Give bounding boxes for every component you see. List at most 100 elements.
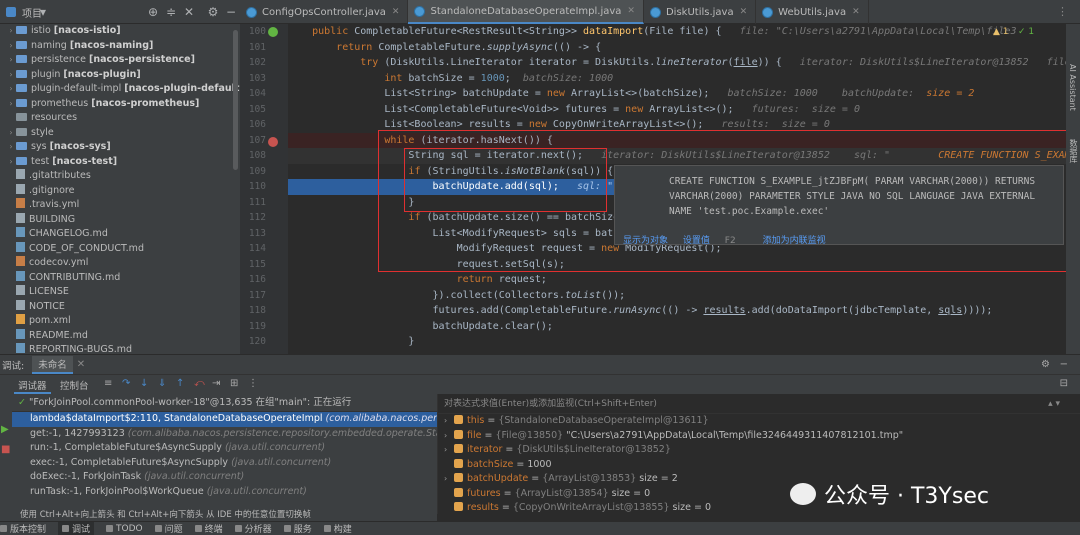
tab-1[interactable]: StandaloneDatabaseOperateImpl.java ✕ <box>408 0 644 24</box>
tree-item[interactable]: › test [nacos-test] <box>0 155 240 170</box>
tree-item[interactable]: BUILDING <box>0 212 240 228</box>
layout-settings-icon[interactable]: ⊟ <box>1060 378 1068 389</box>
step-over-icon[interactable]: ↷ <box>122 378 130 389</box>
chevron-right-icon[interactable]: › <box>6 155 16 170</box>
tree-item[interactable]: › plugin [nacos-plugin] <box>0 68 240 83</box>
project-scrollbar[interactable] <box>233 30 238 170</box>
stack-frame[interactable]: doExec:-1, ForkJoinTask (java.util.concu… <box>0 470 437 485</box>
tree-item[interactable]: .gitignore <box>0 183 240 199</box>
bottom-tab[interactable]: 问题 <box>154 522 183 535</box>
chevron-down-icon[interactable]: ▾ <box>36 5 50 19</box>
chevron-right-icon[interactable]: › <box>444 429 454 444</box>
chevron-right-icon[interactable]: › <box>6 97 16 112</box>
close-icon[interactable]: ✕ <box>852 7 860 17</box>
stack-frame[interactable]: lambda$dataImport$2:110, StandaloneDatab… <box>0 412 437 427</box>
close-icon[interactable]: ✕ <box>392 7 400 17</box>
variable-row[interactable]: › this = {StandaloneDatabaseOperateImpl@1… <box>438 414 1080 429</box>
tab-menu-icon[interactable]: ⋮ <box>1057 5 1068 18</box>
toolbar-layout-icon[interactable]: ≡ <box>104 378 112 389</box>
add-inline-watch-link[interactable]: 添加为内联监视 <box>763 236 826 246</box>
chevron-right-icon[interactable]: › <box>6 140 16 155</box>
more-icon[interactable]: ⋮ <box>248 378 258 389</box>
resume-icon[interactable]: ▶ <box>1 424 9 435</box>
tree-item[interactable]: .gitattributes <box>0 169 240 184</box>
chevron-right-icon[interactable]: › <box>444 472 454 487</box>
minimize-icon[interactable]: − <box>224 5 238 19</box>
chevron-right-icon[interactable]: › <box>6 126 16 141</box>
tab-0[interactable]: ConfigOpsController.java ✕ <box>240 0 409 24</box>
stack-frame[interactable]: runTask:-1, ForkJoinPool$WorkQueue (java… <box>0 485 437 500</box>
drop-frame-icon[interactable]: ⤺ <box>194 378 205 389</box>
chevron-right-icon[interactable]: › <box>6 53 16 68</box>
bottom-tab[interactable]: 分析器 <box>234 522 272 535</box>
tree-item[interactable]: CODE_OF_CONDUCT.md <box>0 241 240 257</box>
gear-icon[interactable]: ⚙ <box>1041 359 1050 370</box>
set-value-link[interactable]: 设置值 F2 <box>683 236 748 246</box>
evaluate-icon[interactable]: ⊞ <box>230 378 238 389</box>
gear-icon[interactable]: ⚙ <box>206 5 220 19</box>
tab-3[interactable]: WebUtils.java ✕ <box>756 0 869 24</box>
watch-settings-icon[interactable]: ▴ ▾ <box>1048 394 1060 414</box>
debugger-tab[interactable]: 调试器 <box>14 378 51 394</box>
tree-item[interactable]: .travis.yml <box>0 198 240 213</box>
chevron-right-icon[interactable]: › <box>6 68 16 83</box>
bottom-tab[interactable]: 版本控制 <box>0 522 46 535</box>
minimize-icon[interactable]: − <box>1060 359 1068 370</box>
chevron-right-icon[interactable]: › <box>444 414 454 429</box>
stop-icon[interactable]: ■ <box>1 444 10 455</box>
force-step-into-icon[interactable]: ⇓ <box>158 378 166 389</box>
tree-item[interactable]: › plugin-default-impl [nacos-plugin-defau… <box>0 82 240 97</box>
bottom-tab[interactable]: 终端 <box>194 522 223 535</box>
tree-item[interactable]: › prometheus [nacos-prometheus] <box>0 97 240 112</box>
breakpoint-icon[interactable] <box>268 27 278 37</box>
stack-frame[interactable]: exec:-1, CompletableFuture$AsyncSupply (… <box>0 456 437 471</box>
tree-item[interactable]: REPORTING-BUGS.md <box>0 343 240 354</box>
close-icon[interactable]: ✕ <box>77 359 85 370</box>
tree-item[interactable]: › persistence [nacos-persistence] <box>0 53 240 68</box>
bottom-tab[interactable]: 服务 <box>283 522 312 535</box>
bottom-tab[interactable]: 调试 <box>58 522 95 535</box>
tree-item[interactable]: LICENSE <box>0 285 240 300</box>
tab-2[interactable]: DiskUtils.java ✕ <box>644 0 757 24</box>
bottom-tab[interactable]: TODO <box>106 524 143 534</box>
chevron-right-icon[interactable]: › <box>6 82 16 97</box>
tree-item[interactable]: NOTICE <box>0 299 240 315</box>
database-tab[interactable]: 数据库 <box>1068 139 1079 163</box>
bottom-tab[interactable]: 构建 <box>323 522 352 535</box>
tree-item[interactable]: codecov.yml <box>0 256 240 271</box>
variable-row[interactable]: batchSize = 1000 <box>438 458 1080 473</box>
debug-session-tab[interactable]: 未命名 <box>32 355 73 374</box>
close-icon[interactable]: ✕ <box>740 7 748 17</box>
tree-item[interactable]: › naming [nacos-naming] <box>0 39 240 54</box>
tree-item[interactable]: resources <box>0 111 240 126</box>
tree-item[interactable]: CHANGELOG.md <box>0 227 240 242</box>
close-icon[interactable]: ✕ <box>627 6 635 16</box>
tree-item[interactable]: › style <box>0 126 240 141</box>
stack-frame[interactable]: get:-1, 1427993123 (com.alibaba.nacos.pe… <box>0 427 437 442</box>
chevron-right-icon[interactable]: › <box>6 24 16 39</box>
ok-count[interactable]: ✓ 1 <box>1018 27 1034 37</box>
variable-row[interactable]: › file = {File@13850} "C:\Users\a2791\App… <box>438 429 1080 444</box>
step-out-icon[interactable]: ↑ <box>176 378 184 389</box>
locate-icon[interactable]: ⊕ <box>146 5 160 19</box>
warning-count[interactable]: ▲ 1 <box>993 27 1009 37</box>
console-tab[interactable]: 控制台 <box>60 378 89 392</box>
stack-frame[interactable]: run:-1, CompletableFuture$AsyncSupply (j… <box>0 441 437 456</box>
evaluate-input[interactable]: 对表达式求值(Enter)或添加监视(Ctrl+Shift+Enter) ▴ ▾ <box>438 394 1080 414</box>
variable-row[interactable]: › iterator = {DiskUtils$LineIterator@1385… <box>438 443 1080 458</box>
chevron-right-icon[interactable]: › <box>6 39 16 54</box>
tree-item[interactable]: › sys [nacos-sys] <box>0 140 240 155</box>
ai-assistant-tab[interactable]: AI Assistant <box>1068 64 1077 111</box>
tree-item[interactable]: pom.xml <box>0 314 240 329</box>
tree-item[interactable]: CONTRIBUTING.md <box>0 270 240 286</box>
breakpoint-icon[interactable] <box>268 137 278 147</box>
tree-item[interactable]: › istio [nacos-istio] <box>0 24 240 39</box>
tree-item[interactable]: README.md <box>0 328 240 344</box>
collapse-icon[interactable]: ≑ <box>164 5 178 19</box>
view-as-object-link[interactable]: 显示为对象 <box>623 236 668 246</box>
run-to-cursor-icon[interactable]: ⇥ <box>212 378 220 389</box>
chevron-right-icon[interactable]: › <box>444 443 454 458</box>
step-into-icon[interactable]: ↓ <box>140 378 148 389</box>
thread-selector[interactable]: ✓ "ForkJoinPool.commonPool-worker-18"@13… <box>0 394 437 412</box>
close-icon[interactable]: ✕ <box>182 5 196 19</box>
